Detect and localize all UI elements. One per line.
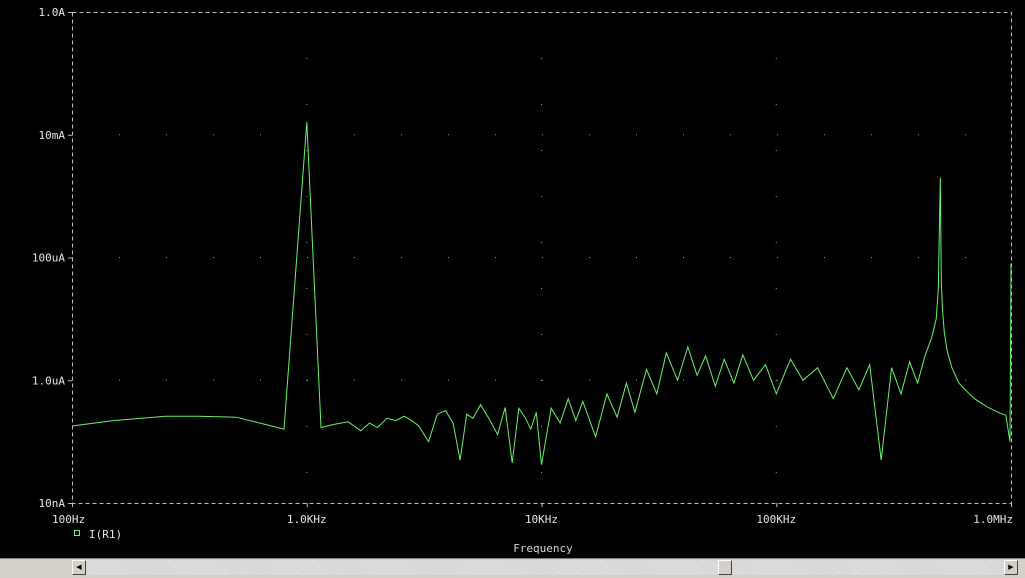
scroll-left-button[interactable]: ◀ — [72, 560, 86, 575]
y-tick-label: 1.0uA — [32, 374, 65, 387]
x-tick-label: 100Hz — [52, 513, 85, 526]
triangle-left-icon: ◀ — [76, 563, 82, 571]
probe-plot: 10nA1.0uA100uA10mA1.0A 100Hz 1.0KHz 10KHz 1… — [32, 6, 1013, 555]
y-tick-label: 10mA — [39, 129, 66, 142]
x-tick-label: 1.0MHz — [973, 513, 1013, 526]
y-tick-label: 100uA — [32, 252, 65, 265]
x-tick-label: 1.0KHz — [287, 513, 327, 526]
scroll-thumb[interactable] — [718, 560, 732, 575]
triangle-right-icon: ▶ — [1008, 563, 1014, 571]
y-tick-label: 10nA — [39, 497, 66, 510]
scroll-right-button[interactable]: ▶ — [1004, 560, 1018, 575]
scroll-track[interactable] — [86, 560, 1004, 575]
legend-square-icon — [74, 530, 80, 536]
x-tick-label: 10KHz — [525, 513, 558, 526]
legend-entry[interactable]: I(R1) — [89, 528, 122, 541]
x-axis-label: Frequency — [513, 542, 573, 555]
x-tick-label: 100KHz — [756, 513, 796, 526]
plot-window: 10nA 1.0uA 100uA 10mA 1.0A 100Hz 1.0KHz 10KHz 1… — [0, 0, 1025, 578]
series-line-i-r1 — [71, 122, 1012, 465]
series-layer — [71, 122, 1012, 465]
horizontal-scrollbar[interactable]: ◀ ▶ — [0, 558, 1025, 578]
plot-grid — [72, 12, 1011, 503]
x-axis-ticks: 100Hz 1.0KHz 10KHz 100KHz 1.0MHz — [52, 503, 1013, 526]
legend[interactable]: I(R1) — [74, 528, 123, 541]
y-axis-ticks: 10nA 1.0uA 100uA 10mA 1.0A — [32, 6, 72, 510]
y-tick-label: 1.0A — [39, 6, 66, 19]
